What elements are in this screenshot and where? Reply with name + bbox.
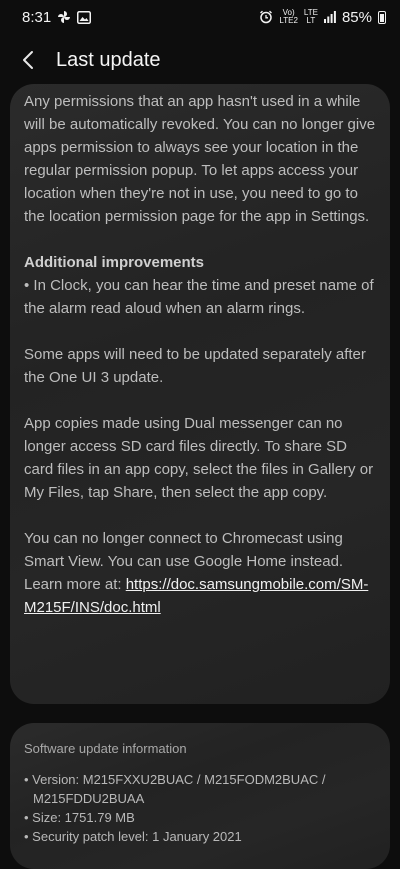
alarm-icon xyxy=(259,10,273,24)
size-line: • Size: 1751.79 MB xyxy=(24,810,135,825)
gallery-icon xyxy=(77,10,92,24)
status-bar: 8:31 Vo) LTE2 LTE LT 85% xyxy=(0,0,400,34)
lte-indicator: LTE LT xyxy=(304,9,318,25)
pinwheel-icon xyxy=(57,10,71,24)
additional-improvements-heading: Additional improvements xyxy=(24,254,205,271)
notes-dual-messenger-paragraph: App copies made using Dual messenger can… xyxy=(24,415,374,501)
notes-apps-update-paragraph: Some apps will need to be updated separa… xyxy=(24,346,366,386)
notes-clock-paragraph: • In Clock, you can hear the time and pr… xyxy=(24,277,374,317)
version-line-continued: M215FDDU2BUAA xyxy=(24,789,376,808)
volte-bottom-label: LTE2 xyxy=(279,16,298,25)
battery-icon xyxy=(378,10,386,24)
version-line: • Version: M215FXXU2BUAC / M215FODM2BUAC… xyxy=(24,772,326,787)
release-notes-card[interactable]: Any permissions that an app hasn't used … xyxy=(10,84,390,704)
volte-indicator: Vo) LTE2 xyxy=(279,9,298,25)
security-patch-line: • Security patch level: 1 January 2021 xyxy=(24,829,242,844)
notes-permissions-paragraph: Any permissions that an app hasn't used … xyxy=(24,93,376,225)
app-bar: Last update xyxy=(0,40,400,80)
version-continuation: M215FDDU2BUAA xyxy=(33,791,145,806)
back-button[interactable] xyxy=(8,40,48,80)
chevron-left-icon xyxy=(22,50,34,70)
lte-bottom-label: LT xyxy=(306,16,316,25)
status-time: 8:31 xyxy=(22,8,52,26)
status-right: Vo) LTE2 LTE LT 85% xyxy=(259,9,386,26)
notes-chromecast-paragraph: You can no longer connect to Chromecast … xyxy=(24,527,376,619)
page-title: Last update xyxy=(56,48,161,71)
battery-percent: 85% xyxy=(341,8,372,26)
status-left: 8:31 xyxy=(22,8,92,26)
signal-icon xyxy=(323,11,336,23)
software-info-title: Software update information xyxy=(24,741,187,756)
software-info-card: Software update information • Version: M… xyxy=(10,723,390,869)
